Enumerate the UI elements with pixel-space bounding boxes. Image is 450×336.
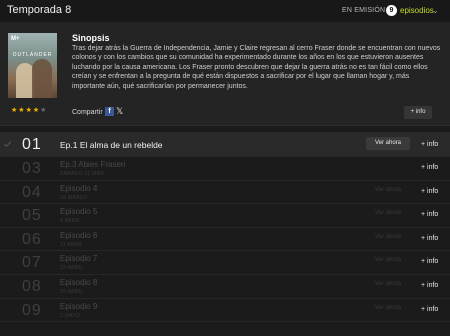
episode-number: 04	[22, 183, 42, 201]
episode-number: 08	[22, 277, 42, 295]
episode-row[interactable]: 07 Episodio 7 18 ABRIL Ver ahora + info	[0, 251, 450, 275]
episode-title: Episodio 6	[60, 230, 98, 240]
episode-date: 11 ABRIL	[60, 241, 84, 248]
episode-title: Episodio 8	[60, 277, 98, 287]
episode-row[interactable]: 04 Episodio 4 28 MARZO Ver ahora + info	[0, 180, 450, 205]
watched-check-icon	[3, 139, 12, 147]
episode-row[interactable]: 03 Ep.3 Abies Fraseri SÁBADO 21 MAR + info	[0, 157, 450, 181]
episode-number: 01	[22, 136, 42, 153]
episode-more-info-button[interactable]: + info	[421, 164, 438, 171]
episode-more-info-button[interactable]: + info	[421, 282, 438, 289]
episode-more-info-button[interactable]: + info	[421, 211, 438, 218]
more-info-button[interactable]: + info	[404, 106, 432, 119]
episode-count-badge[interactable]: 9	[386, 5, 397, 16]
episode-title: Ep.1 El alma de un rebelde	[60, 140, 163, 150]
episode-more-info-button[interactable]: + info	[421, 258, 438, 265]
episode-date: 25 ABRIL	[60, 288, 84, 295]
watch-now-button[interactable]: Ver ahora	[375, 210, 401, 216]
star-icon: ★	[25, 107, 33, 114]
episode-more-info-button[interactable]: + info	[421, 306, 438, 313]
episode-number: 09	[22, 301, 42, 319]
star-icon: ★	[18, 107, 26, 114]
watch-now-button[interactable]: Ver ahora	[375, 187, 401, 193]
watch-now-button[interactable]: Ver ahora	[375, 305, 401, 311]
episode-title: Episodio 7	[60, 254, 98, 264]
synopsis-text: Tras dejar atrás la Guerra de Independen…	[72, 45, 441, 90]
episode-number: 03	[22, 160, 42, 177]
synopsis-panel: M+ OUTLANDER ★★★★★ Sinopsis Tras dejar a…	[0, 22, 450, 126]
episode-number: 07	[22, 254, 42, 272]
share-label: Compartir	[72, 109, 103, 116]
watch-now-button[interactable]: Ver ahora	[366, 137, 410, 150]
episode-date: 2 MAYO	[60, 312, 81, 319]
episode-date: 28 MARZO	[60, 194, 88, 201]
poster-figure	[32, 59, 52, 98]
x-icon[interactable]: 𝕏	[116, 106, 123, 117]
star-icon: ★	[40, 107, 48, 114]
episode-date: 18 ABRIL	[60, 265, 84, 272]
episode-list: 01 Ep.1 El alma de un rebelde Ver ahora + i…	[0, 132, 450, 323]
episode-row[interactable]: 05 Episodio 54 ABRIL Ver ahora + info	[0, 204, 450, 228]
episode-number: 06	[22, 230, 42, 248]
watch-now-button[interactable]: Ver ahora	[375, 257, 401, 263]
poster-title: OUTLANDER	[12, 52, 53, 58]
status-label: EN EMISIÓN	[342, 7, 386, 14]
episode-row[interactable]: 06 Episodio 6 11 ABRIL Ver ahora + info	[0, 227, 450, 252]
episode-more-info-button[interactable]: + info	[421, 188, 438, 195]
synopsis-title: Sinopsis	[72, 33, 110, 43]
episode-title: Ep.3 Abies Fraseri	[60, 160, 126, 169]
watch-now-button[interactable]: Ver ahora	[375, 281, 401, 287]
episode-date: 4 ABRIL	[60, 218, 81, 225]
facebook-icon[interactable]: f	[105, 107, 114, 116]
poster-image[interactable]: M+ OUTLANDER	[8, 33, 57, 98]
season-header: Temporada 8 EN EMISIÓN 9 episodios ⌄	[0, 0, 450, 22]
episode-row[interactable]: 01 Ep.1 El alma de un rebelde Ver ahora + i…	[0, 132, 450, 157]
episode-title: Episodio 5	[60, 207, 98, 217]
chevron-down-icon[interactable]: ⌄	[432, 6, 439, 15]
episode-number: 05	[22, 207, 42, 225]
episode-row[interactable]: 08 Episodio 8 25 ABRIL Ver ahora + info	[0, 274, 450, 299]
watch-now-button[interactable]: Ver ahora	[375, 234, 401, 240]
episode-more-info-button[interactable]: + info	[421, 141, 438, 148]
episode-row[interactable]: 09 Episodio 92 MAYO Ver ahora + info	[0, 298, 450, 323]
episode-title: Episodio 4	[60, 183, 98, 193]
season-title: Temporada 8	[7, 4, 72, 16]
episodes-dropdown-label[interactable]: episodios	[400, 6, 434, 15]
episode-title: Episodio 9	[60, 301, 98, 311]
episode-more-info-button[interactable]: + info	[421, 235, 438, 242]
episode-date: SÁBADO 21 MAR	[60, 171, 105, 177]
rating-stars: ★★★★★	[11, 106, 47, 114]
channel-logo: M+	[11, 36, 20, 42]
